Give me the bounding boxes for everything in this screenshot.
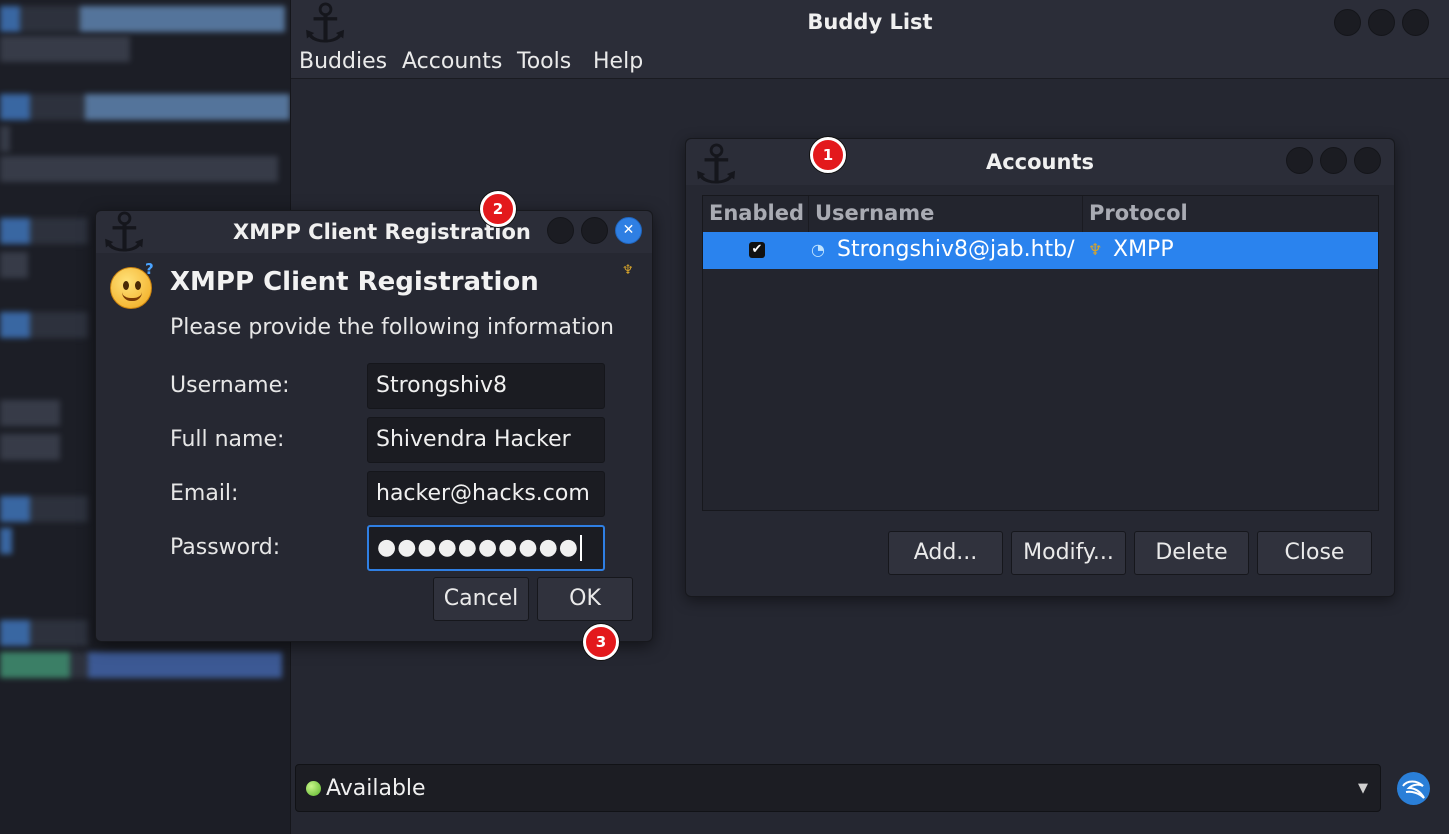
table-row[interactable]: ✔ ◔ Strongshiv8@jab.htb/ ♆ XMPP xyxy=(703,232,1378,269)
menu-buddies[interactable]: Buddies xyxy=(299,49,387,74)
close-dialog-button[interactable]: Close xyxy=(1257,531,1372,575)
full-name-field[interactable]: Shivendra Hacker xyxy=(367,417,605,463)
menu-tools[interactable]: Tools xyxy=(517,49,571,74)
enabled-checkbox[interactable]: ✔ xyxy=(749,242,765,258)
column-header-enabled[interactable]: Enabled xyxy=(703,196,809,232)
xmpp-protocol-icon: ♆ xyxy=(1088,240,1103,259)
dialog-subtitle: Please provide the following information xyxy=(170,315,614,340)
menubar: Buddies Accounts Tools Help xyxy=(291,46,1449,79)
dialog-heading: XMPP Client Registration xyxy=(170,267,539,297)
password-field[interactable]: ●●●●●●●●●● xyxy=(367,525,605,571)
minimize-button[interactable] xyxy=(547,217,574,244)
buddy-list-titlebar[interactable]: ⚓ Buddy List xyxy=(291,0,1449,55)
status-text: Available xyxy=(326,776,426,801)
username-label: Username: xyxy=(170,373,290,398)
annotation-marker-1: 1 xyxy=(810,137,846,173)
close-button[interactable]: ✕ xyxy=(615,217,642,244)
close-button[interactable] xyxy=(1354,147,1381,174)
question-smiley-icon: ? xyxy=(110,260,154,309)
xmpp-registration-dialog: ⚓ XMPP Client Registration ✕ ? ♆ XMPP Cl… xyxy=(95,201,653,642)
add-button[interactable]: Add... xyxy=(888,531,1003,575)
maximize-button[interactable] xyxy=(581,217,608,244)
ok-button[interactable]: OK xyxy=(537,577,633,621)
kali-menu-icon[interactable] xyxy=(1397,772,1430,805)
account-username: Strongshiv8@jab.htb/ xyxy=(837,237,1075,262)
email-field[interactable]: hacker@hacks.com xyxy=(367,471,605,517)
accounts-dialog: ⚓ Accounts Enabled Username Protocol ✔ ◔… xyxy=(685,133,1395,597)
xmpp-titlebar[interactable]: ⚓ XMPP Client Registration ✕ xyxy=(96,201,652,264)
password-label: Password: xyxy=(170,535,281,560)
accounts-titlebar[interactable]: ⚓ Accounts xyxy=(686,133,1394,196)
status-selector[interactable]: Available ▼ xyxy=(295,764,1381,812)
menu-help[interactable]: Help xyxy=(593,49,643,74)
column-header-username[interactable]: Username xyxy=(809,196,1083,232)
annotation-marker-3: 3 xyxy=(583,624,619,660)
accounts-table: Enabled Username Protocol ✔ ◔ Strongshiv… xyxy=(702,195,1379,511)
username-field[interactable]: Strongshiv8 xyxy=(367,363,605,409)
password-value: ●●●●●●●●●● xyxy=(377,535,579,560)
cancel-button[interactable]: Cancel xyxy=(433,577,529,621)
kali-account-icon: ◔ xyxy=(811,240,825,259)
menu-accounts[interactable]: Accounts xyxy=(402,49,502,74)
column-header-protocol[interactable]: Protocol xyxy=(1083,196,1380,232)
buddy-list-title: Buddy List xyxy=(807,10,933,34)
full-name-label: Full name: xyxy=(170,427,285,452)
delete-button[interactable]: Delete xyxy=(1134,531,1249,575)
minimize-button[interactable] xyxy=(1286,147,1313,174)
chevron-down-icon: ▼ xyxy=(1358,781,1368,796)
available-status-icon xyxy=(306,781,321,796)
xmpp-protocol-icon: ♆ xyxy=(622,263,634,278)
annotation-marker-2: 2 xyxy=(480,191,516,227)
maximize-button[interactable] xyxy=(1320,147,1347,174)
minimize-button[interactable] xyxy=(1334,9,1361,36)
close-button[interactable] xyxy=(1402,9,1429,36)
text-caret xyxy=(579,535,582,561)
account-protocol: XMPP xyxy=(1113,237,1174,262)
modify-button[interactable]: Modify... xyxy=(1011,531,1126,575)
email-label: Email: xyxy=(170,481,239,506)
maximize-button[interactable] xyxy=(1368,9,1395,36)
